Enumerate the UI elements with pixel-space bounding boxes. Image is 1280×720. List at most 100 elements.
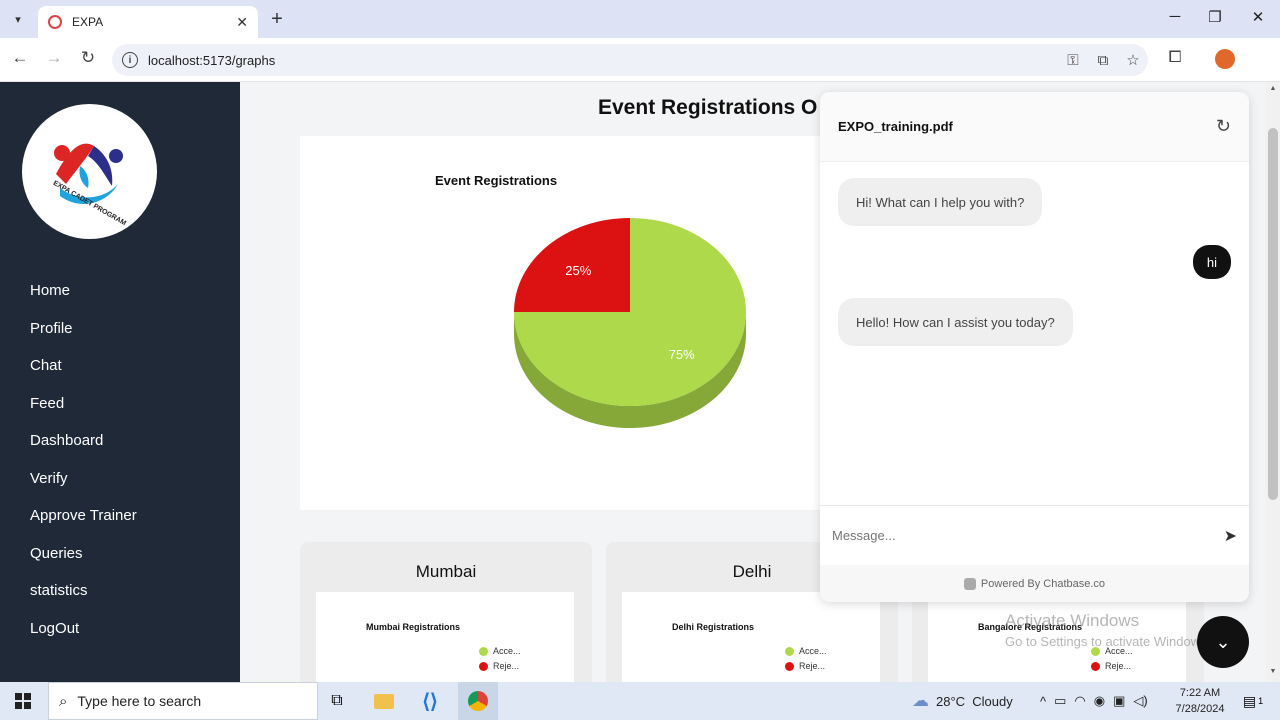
weather-widget[interactable]: ☁ 28°C Cloudy	[912, 682, 1013, 720]
sidebar-item-dashboard[interactable]: Dashboard	[30, 422, 137, 460]
legend-rejected[interactable]: Reje...	[1091, 661, 1131, 671]
forward-button[interactable]: →	[42, 48, 66, 68]
tab-title: EXPA	[72, 15, 104, 29]
browser-tab[interactable]: EXPA ✕	[38, 6, 258, 38]
pie-label-rejected: 25%	[565, 263, 591, 278]
legend-accepted[interactable]: Acce...	[479, 646, 521, 656]
back-button[interactable]: ←	[8, 48, 32, 68]
legend-rejected[interactable]: Reje...	[785, 661, 825, 671]
scroll-up-arrow-icon[interactable]: ▲	[1266, 85, 1280, 92]
notification-center-button[interactable]: ▤ 1	[1238, 682, 1268, 720]
cloud-icon: ☁	[912, 691, 929, 710]
legend-dot	[479, 661, 488, 671]
city-chart-title: Delhi Registrations	[672, 622, 755, 632]
minimize-button[interactable]: ─	[1160, 8, 1190, 25]
chrome-icon	[468, 691, 488, 711]
maximize-button[interactable]: ❐	[1200, 8, 1230, 26]
vscode-icon[interactable]: ⟨⟩	[414, 682, 446, 720]
city-chart: Mumbai Registrations Acce... Reje...	[316, 592, 574, 682]
sidebar-item-logout[interactable]: LogOut	[30, 610, 137, 648]
start-button[interactable]	[0, 682, 46, 720]
city-chart: Delhi Registrations Acce... Reje...	[622, 592, 880, 682]
open-external-icon[interactable]: ⧉	[1088, 52, 1118, 69]
task-view-icon[interactable]: ⧉	[322, 682, 352, 720]
chrome-taskbar-icon[interactable]	[458, 682, 498, 720]
display-icon[interactable]: ▣	[1113, 693, 1125, 709]
legend-dot	[785, 646, 794, 656]
chat-toggle-button[interactable]: ⌄	[1197, 616, 1249, 668]
clock-time: 7:22 AM	[1179, 687, 1221, 699]
sidebar-item-chat[interactable]: Chat	[30, 347, 137, 385]
omnibox[interactable]: i localhost:5173/graphs ⚿ ⧉ ☆	[112, 44, 1148, 76]
mic-icon[interactable]: ◉	[1094, 693, 1105, 709]
page-scrollbar[interactable]: ▲ ▼	[1266, 82, 1280, 682]
sidebar-item-feed[interactable]: Feed	[30, 385, 137, 423]
legend-label: Acce...	[493, 646, 521, 656]
sidebar-item-approve-trainer[interactable]: Approve Trainer	[30, 497, 137, 535]
extensions-icon[interactable]: ⧠	[1163, 49, 1187, 67]
clock-date: 7/28/2024	[1175, 703, 1225, 715]
page-title: Event Registrations O	[598, 96, 818, 119]
browser-tab-bar: ▾ EXPA ✕ + ─ ❐ ✕	[0, 0, 1280, 38]
sidebar-item-statistics[interactable]: statistics	[30, 572, 137, 610]
logo-graphic	[54, 143, 123, 205]
send-icon[interactable]: ➤	[1224, 526, 1237, 546]
weather-desc: Cloudy	[972, 693, 1013, 709]
show-hidden-icons-icon[interactable]: ^	[1040, 694, 1046, 709]
taskbar-search[interactable]: ⌕ Type here to search	[48, 682, 318, 720]
favicon-icon	[48, 15, 62, 29]
sidebar-item-verify[interactable]: Verify	[30, 460, 137, 498]
activate-windows-subtext: Go to Settings to activate Windows.	[1005, 634, 1211, 649]
chevron-down-icon: ⌄	[1215, 631, 1231, 652]
chatbase-logo-icon	[963, 577, 976, 590]
close-tab-icon[interactable]: ✕	[236, 14, 248, 31]
chat-message-input[interactable]	[832, 528, 1224, 543]
profile-avatar[interactable]	[1215, 49, 1235, 69]
file-explorer-icon[interactable]	[368, 682, 400, 720]
city-card-mumbai: Mumbai Mumbai Registrations Acce... Reje…	[300, 542, 592, 682]
sidebar: EXPA CADET PROGRAM Home Profile Chat Fee…	[0, 82, 240, 682]
network-icon[interactable]: ◠	[1074, 693, 1085, 709]
chatbot-window: EXPO_training.pdf ↻ Hi! What can I help …	[820, 92, 1249, 602]
bot-message: Hi! What can I help you with?	[838, 178, 1043, 226]
scrollbar-thumb[interactable]	[1268, 128, 1278, 500]
bot-message: Hello! How can I assist you today?	[838, 298, 1073, 346]
folder-icon	[374, 693, 394, 709]
system-tray: ^ ▭ ◠ ◉ ▣ ◁)	[1040, 682, 1148, 720]
powered-by-text[interactable]: Powered By Chatbase.co	[981, 578, 1105, 590]
key-icon[interactable]: ⚿	[1058, 52, 1088, 69]
scroll-down-arrow-icon[interactable]: ▼	[1266, 668, 1280, 675]
legend-label: Reje...	[493, 661, 520, 671]
notification-count: 1	[1258, 696, 1264, 706]
sidebar-item-queries[interactable]: Queries	[30, 535, 137, 573]
legend-dot	[479, 646, 488, 656]
battery-icon[interactable]: ▭	[1054, 693, 1066, 709]
tab-search-button[interactable]: ▾	[6, 7, 30, 31]
sidebar-item-profile[interactable]: Profile	[30, 310, 137, 348]
legend-label: Acce...	[799, 646, 827, 656]
notification-icon: ▤	[1242, 692, 1257, 709]
legend-rejected[interactable]: Reje...	[479, 661, 519, 671]
app-logo: EXPA CADET PROGRAM	[22, 104, 157, 239]
sidebar-nav: Home Profile Chat Feed Dashboard Verify …	[30, 272, 137, 647]
sidebar-item-home[interactable]: Home	[30, 272, 137, 310]
legend-dot	[1091, 661, 1100, 671]
legend-accepted[interactable]: Acce...	[785, 646, 827, 656]
url-text[interactable]: localhost:5173/graphs	[148, 53, 1058, 68]
chat-input-row: ➤	[820, 505, 1249, 565]
activate-windows-watermark: Activate Windows	[1005, 611, 1140, 630]
site-info-icon[interactable]: i	[122, 52, 138, 68]
reload-button[interactable]: ↻	[76, 48, 100, 68]
address-bar-row: ← → ↻ i localhost:5173/graphs ⚿ ⧉ ☆ ⧠	[0, 38, 1280, 82]
taskbar-clock[interactable]: 7:22 AM 7/28/2024	[1170, 685, 1230, 717]
close-window-button[interactable]: ✕	[1243, 8, 1273, 26]
new-tab-button[interactable]: +	[266, 8, 288, 31]
chatbot-file-name: EXPO_training.pdf	[838, 119, 953, 134]
volume-icon[interactable]: ◁)	[1133, 693, 1147, 709]
legend-label: Reje...	[1105, 661, 1132, 671]
windows-taskbar: ⌕ Type here to search ⧉ ⟨⟩ ☁ 28°C Cloudy…	[0, 682, 1280, 720]
bookmark-star-icon[interactable]: ☆	[1118, 51, 1148, 69]
chatbot-footer: Powered By Chatbase.co	[820, 565, 1249, 602]
refresh-icon[interactable]: ↻	[1216, 116, 1231, 137]
city-name: Mumbai	[415, 562, 477, 581]
